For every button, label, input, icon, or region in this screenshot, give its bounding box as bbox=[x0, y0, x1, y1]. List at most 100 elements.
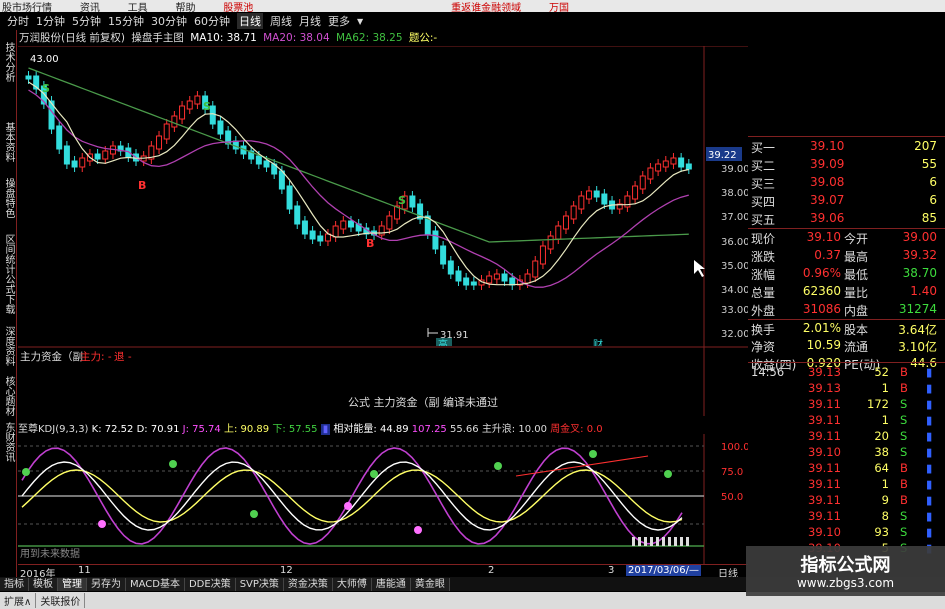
menu-item-stock-pool[interactable]: 股票池 bbox=[221, 3, 253, 12]
sub1-title: 主力资金（副 bbox=[20, 350, 83, 363]
period-more[interactable]: 更多 bbox=[328, 13, 350, 29]
candle-body bbox=[578, 195, 585, 210]
kdj-signal-dot bbox=[494, 462, 502, 470]
order-book: 买一 39.10 207 买二 39.09 55 买三 39.08 6 买四 39.07 6 买五 39.… bbox=[748, 138, 945, 228]
candle-body bbox=[639, 175, 646, 190]
trade-row: 39.11 20 S ▮ bbox=[748, 429, 945, 445]
candle-body bbox=[455, 270, 462, 282]
period-intraday[interactable]: 分时 bbox=[7, 13, 29, 29]
sell-signal-3: S bbox=[398, 194, 406, 207]
quote-stat-row: 涨幅 0.96% 最低 38.70 bbox=[748, 265, 945, 283]
left-tab-tech[interactable]: 技术分析 bbox=[1, 42, 16, 82]
formula-tab[interactable]: 唐能通 bbox=[371, 577, 411, 591]
stat-label: 最低 bbox=[844, 268, 869, 282]
formula-tab[interactable]: 管理 bbox=[58, 577, 87, 591]
y-tick: 34.00 bbox=[721, 285, 748, 296]
kdj-bar bbox=[686, 537, 689, 546]
trade-side: S bbox=[900, 445, 908, 459]
formula-tab[interactable]: 指标 bbox=[0, 577, 29, 591]
left-tab-range[interactable]: 区间统计 bbox=[1, 234, 16, 274]
formula-tab[interactable]: 黄金眼 bbox=[410, 577, 450, 591]
watermark-url: www.zbgs3.com bbox=[796, 576, 895, 590]
chevron-down-icon[interactable]: ▼ bbox=[357, 17, 363, 26]
trade-flag: ▮ bbox=[926, 477, 933, 491]
formula-tab[interactable]: MACD基本 bbox=[126, 577, 185, 591]
kdj-indicator-chart[interactable]: 100.0 75.0 50.0 用到未来数据 bbox=[18, 434, 748, 564]
menu-item-news[interactable]: 资讯 bbox=[78, 3, 100, 12]
formula-tab[interactable]: 大师傅 bbox=[332, 577, 372, 591]
period-bar: 分时 1分钟 5分钟 15分钟 30分钟 60分钟 日线 周线 月线 更多 ▼ bbox=[0, 12, 530, 30]
trade-side: B bbox=[900, 461, 908, 475]
formula-tab[interactable]: DDE决策 bbox=[184, 577, 236, 591]
related-quote-button[interactable]: 关联报价 bbox=[36, 593, 86, 608]
candle-body bbox=[655, 163, 662, 172]
trade-price: 39.11 bbox=[808, 429, 841, 443]
period-5min[interactable]: 5分钟 bbox=[72, 13, 101, 29]
stat-label: 涨跌 bbox=[751, 250, 776, 264]
ma62-value: MA62: 38.25 bbox=[336, 32, 403, 44]
candle-body bbox=[25, 75, 32, 80]
formula-tab[interactable]: SVP决策 bbox=[235, 577, 284, 591]
candle-body bbox=[509, 277, 516, 286]
stat-value: 10.59 bbox=[806, 338, 841, 352]
quote-divider bbox=[748, 362, 945, 363]
sub-panel-capital[interactable]: 主力资金（副 主力: - 退 - 公式 主力资金（副 编译未通过 bbox=[18, 346, 748, 416]
candle-body bbox=[501, 273, 508, 282]
expand-button[interactable]: 扩展∧ bbox=[0, 593, 37, 608]
trade-volume: 1 bbox=[881, 477, 889, 491]
chart-template-name[interactable]: 操盘手主图 bbox=[131, 32, 184, 44]
period-weekly[interactable]: 周线 bbox=[270, 13, 292, 29]
left-tab-formula[interactable]: 公式下载 bbox=[1, 274, 16, 314]
stat-label: 换手 bbox=[751, 323, 776, 337]
trade-volume: 93 bbox=[874, 525, 889, 539]
trade-volume: 1 bbox=[881, 381, 889, 395]
stat-value: 0.96% bbox=[802, 266, 841, 280]
menu-brand-link[interactable]: 万国 bbox=[547, 3, 569, 12]
stat-label: 今开 bbox=[844, 232, 869, 246]
kdj-bar bbox=[662, 537, 665, 546]
bid-level-label: 买五 bbox=[751, 213, 776, 227]
left-tab-trader[interactable]: 操盘特色 bbox=[1, 178, 16, 218]
main-candlestick-chart[interactable]: 43.00 S S S B B 31.91 高 财 39.22 39.00 38… bbox=[18, 46, 748, 346]
event-marker-high[interactable]: 高 bbox=[438, 338, 448, 346]
period-30min[interactable]: 30分钟 bbox=[151, 13, 187, 29]
bid-level-label: 买二 bbox=[751, 159, 776, 173]
bid-price: 39.06 bbox=[810, 211, 845, 225]
formula-tab[interactable]: 资金决策 bbox=[283, 577, 333, 591]
period-daily[interactable]: 日线 bbox=[237, 13, 263, 29]
menu-item-help[interactable]: 帮助 bbox=[173, 3, 195, 12]
candle-body bbox=[470, 281, 477, 286]
menu-item-market[interactable]: 股市场行情 bbox=[0, 3, 52, 12]
period-60min[interactable]: 60分钟 bbox=[194, 13, 230, 29]
time-label: 12 bbox=[280, 565, 293, 576]
time-label: 11 bbox=[78, 565, 91, 576]
trade-flag: ▮ bbox=[926, 445, 933, 459]
formula-tab[interactable]: 另存为 bbox=[87, 577, 126, 591]
left-tab-theme[interactable]: 核心题材 bbox=[1, 376, 16, 416]
trade-volume: 52 bbox=[874, 365, 889, 379]
sell-signal-2: S bbox=[203, 100, 211, 113]
stat-value: 0.37 bbox=[814, 248, 841, 262]
order-book-row[interactable]: 买一 39.10 207 bbox=[748, 138, 945, 156]
left-tab-news[interactable]: 东财资讯 bbox=[1, 422, 16, 462]
left-tab-depth[interactable]: 深度资料 bbox=[1, 326, 16, 366]
menu-promo-link[interactable]: 重返谁金融领域 bbox=[449, 3, 521, 12]
period-1min[interactable]: 1分钟 bbox=[36, 13, 65, 29]
event-marker-finance[interactable]: 财 bbox=[593, 338, 603, 346]
trade-flag: ▮ bbox=[926, 413, 933, 427]
order-book-row[interactable]: 买五 39.06 85 bbox=[748, 210, 945, 228]
menu-item-tools[interactable]: 工具 bbox=[126, 3, 148, 12]
trade-flag: ▮ bbox=[926, 525, 933, 539]
order-book-row[interactable]: 买二 39.09 55 bbox=[748, 156, 945, 174]
stat-label: 股本 bbox=[844, 323, 869, 337]
stat-value: 39.00 bbox=[902, 230, 937, 244]
trade-side: B bbox=[900, 365, 908, 379]
period-15min[interactable]: 15分钟 bbox=[108, 13, 144, 29]
formula-tab[interactable]: 模板 bbox=[29, 577, 58, 591]
candle-body bbox=[624, 195, 631, 208]
order-book-row[interactable]: 买三 39.08 6 bbox=[748, 174, 945, 192]
quote-stat-row: 涨跌 0.37 最高 39.32 bbox=[748, 247, 945, 265]
left-tab-basic[interactable]: 基本资料 bbox=[1, 122, 16, 162]
order-book-row[interactable]: 买四 39.07 6 bbox=[748, 192, 945, 210]
period-monthly[interactable]: 月线 bbox=[299, 13, 321, 29]
